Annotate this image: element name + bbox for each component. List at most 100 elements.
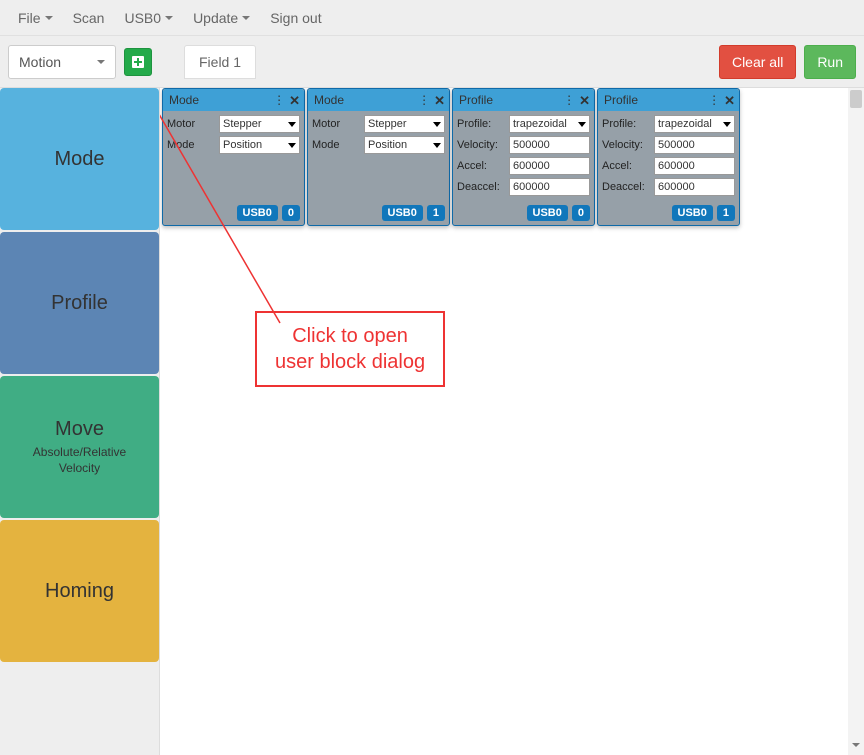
drag-handle-icon[interactable]: ⋮ <box>273 94 285 106</box>
sidebar-item-profile[interactable]: Profile <box>0 232 159 374</box>
run-label: Run <box>817 54 843 70</box>
nav-usb[interactable]: USB0 <box>114 4 183 32</box>
id-badge[interactable]: 0 <box>572 205 590 221</box>
sidebar-item-title: Mode <box>54 148 104 171</box>
block-row: Profile:trapezoidal <box>602 115 735 133</box>
block-header[interactable]: Profile ⋮ ✕ <box>598 89 739 111</box>
caret-down-icon <box>45 16 53 20</box>
scrollbar-thumb[interactable] <box>850 90 862 108</box>
field-value: 600000 <box>513 181 550 193</box>
block-card[interactable]: Mode⋮✕MotorStepperModePositionUSB00 <box>162 88 305 226</box>
caret-down-icon <box>723 122 731 127</box>
close-icon[interactable]: ✕ <box>434 94 445 107</box>
select-field[interactable]: Position <box>219 136 300 154</box>
field-value: 600000 <box>658 160 695 172</box>
port-badge[interactable]: USB0 <box>672 205 713 221</box>
select-field[interactable]: Stepper <box>364 115 445 133</box>
block-body: Motor Stepper Mode Position <box>308 111 449 201</box>
text-field[interactable]: 500000 <box>654 136 735 154</box>
drag-handle-icon[interactable]: ⋮ <box>708 94 720 106</box>
select-field[interactable]: Stepper <box>219 115 300 133</box>
sidebar-item-title: Profile <box>51 292 108 315</box>
block-row: Deaccel:600000 <box>602 178 735 196</box>
select-field[interactable]: trapezoidal <box>509 115 590 133</box>
select-field[interactable]: trapezoidal <box>654 115 735 133</box>
close-icon[interactable]: ✕ <box>289 94 300 107</box>
clear-all-label: Clear all <box>732 54 783 70</box>
toolbar: Motion Field 1 Clear all Run <box>0 36 864 88</box>
add-user-block-button[interactable] <box>124 48 152 76</box>
field-label: Mode <box>312 139 360 151</box>
category-dropdown-value: Motion <box>19 54 61 70</box>
text-field[interactable]: 600000 <box>654 178 735 196</box>
close-icon[interactable]: ✕ <box>724 94 735 107</box>
workspace: Mode Profile Move Absolute/RelativeVelocity… <box>0 88 864 755</box>
block-header[interactable]: Mode ⋮ ✕ <box>308 89 449 111</box>
caret-down-icon <box>97 60 105 64</box>
tab-field-1[interactable]: Field 1 <box>184 45 256 79</box>
field-value: Position <box>368 139 407 151</box>
block-row: Mode Position <box>167 136 300 154</box>
id-badge[interactable]: 1 <box>717 205 735 221</box>
block-footer: USB01 <box>598 201 739 225</box>
nav-file[interactable]: File <box>8 4 63 32</box>
caret-down-icon <box>433 143 441 148</box>
block-footer: USB01 <box>308 201 449 225</box>
nav-update[interactable]: Update <box>183 4 260 32</box>
scrollbar-down[interactable] <box>850 737 862 753</box>
id-badge[interactable]: 1 <box>427 205 445 221</box>
sidebar-item-homing[interactable]: Homing <box>0 520 159 662</box>
sidebar-item-move[interactable]: Move Absolute/RelativeVelocity <box>0 376 159 518</box>
field-label: Velocity: <box>602 139 650 151</box>
nav-signout[interactable]: Sign out <box>260 4 331 32</box>
block-card[interactable]: Profile ⋮ ✕ Profile:trapezoidal Velocity: 500… <box>597 88 740 226</box>
annotation-line1: Click to open <box>275 323 425 349</box>
block-header[interactable]: Profile ⋮ ✕ <box>453 89 594 111</box>
nav-signout-label: Sign out <box>270 10 321 26</box>
close-icon[interactable]: ✕ <box>579 94 590 107</box>
field-value: trapezoidal <box>513 118 567 130</box>
port-badge[interactable]: USB0 <box>382 205 423 221</box>
text-field[interactable]: 600000 <box>654 157 735 175</box>
block-title: Mode <box>314 93 344 107</box>
sidebar-item-subtitle: Absolute/RelativeVelocity <box>33 445 126 476</box>
clear-all-button[interactable]: Clear all <box>719 45 796 79</box>
field-label: Mode <box>167 139 215 151</box>
block-title: Profile <box>604 93 638 107</box>
block-title: Profile <box>459 93 493 107</box>
block-title: Mode <box>169 93 199 107</box>
category-dropdown[interactable]: Motion <box>8 45 116 79</box>
select-field[interactable]: Position <box>364 136 445 154</box>
canvas[interactable]: Mode⋮✕MotorStepperModePositionUSB00Mode⋮… <box>160 88 864 755</box>
text-field[interactable]: 500000 <box>509 136 590 154</box>
drag-handle-icon[interactable]: ⋮ <box>418 94 430 106</box>
port-badge[interactable]: USB0 <box>237 205 278 221</box>
text-field[interactable]: 600000 <box>509 178 590 196</box>
drag-handle-icon[interactable]: ⋮ <box>563 94 575 106</box>
nav-usb-label: USB0 <box>124 10 161 26</box>
block-body: Profile:trapezoidalVelocity:500000Accel:… <box>453 111 594 201</box>
block-row: Deaccel:600000 <box>457 178 590 196</box>
block-header[interactable]: Mode ⋮ ✕ <box>163 89 304 111</box>
id-badge[interactable]: 0 <box>282 205 300 221</box>
field-label: Motor <box>312 118 360 130</box>
block-card[interactable]: Profile⋮✕Profile:trapezoidalVelocity:500… <box>452 88 595 226</box>
field-value: Position <box>223 139 262 151</box>
field-label: Accel: <box>457 160 505 172</box>
text-field[interactable]: 600000 <box>509 157 590 175</box>
nav-scan[interactable]: Scan <box>63 4 115 32</box>
caret-down-icon <box>288 122 296 127</box>
run-button[interactable]: Run <box>804 45 856 79</box>
sidebar-item-mode[interactable]: Mode <box>0 88 159 230</box>
field-value: Stepper <box>368 118 407 130</box>
block-row: Accel:600000 <box>602 157 735 175</box>
block-row: Mode Position <box>312 136 445 154</box>
field-value: trapezoidal <box>658 118 712 130</box>
port-badge[interactable]: USB0 <box>527 205 568 221</box>
sidebar-item-title: Move <box>55 418 104 441</box>
vertical-scrollbar[interactable] <box>848 88 864 755</box>
caret-down-icon <box>165 16 173 20</box>
block-body: MotorStepperModePosition <box>163 111 304 201</box>
block-card[interactable]: Mode ⋮ ✕ Motor Stepper Mode Position USB01 <box>307 88 450 226</box>
plus-icon <box>130 54 146 70</box>
